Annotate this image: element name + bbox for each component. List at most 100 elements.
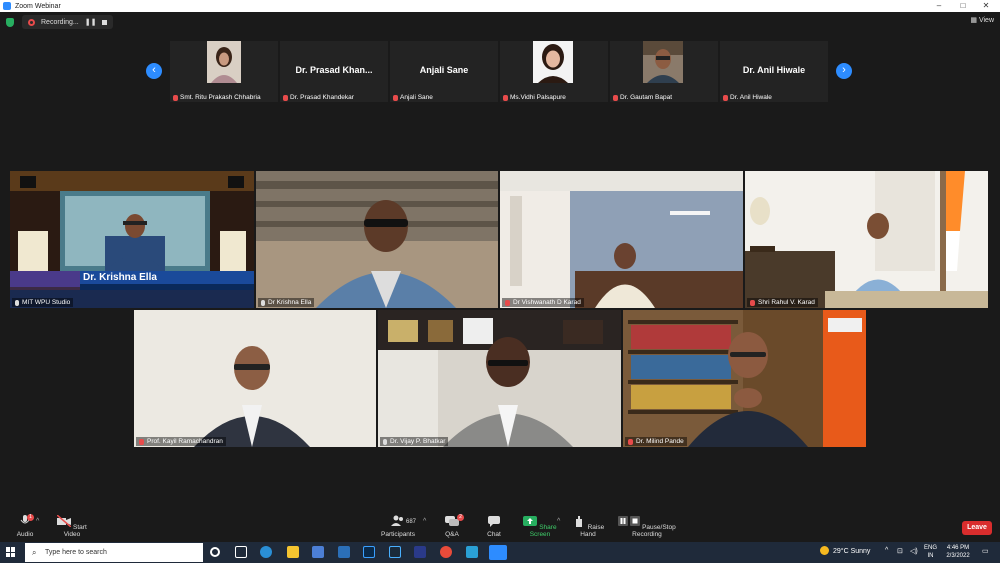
region-code: IN (927, 553, 934, 559)
meeting-toolbar: Audio 1 ^ Start Video Participants 687 ^… (0, 512, 1000, 542)
file-explorer-icon[interactable] (287, 546, 299, 558)
recording-dot-icon (28, 18, 35, 26)
strip-tile-1[interactable]: Smt. Ritu Prakash Chhabria (170, 41, 278, 102)
meeting-top-bar: Recording... ❚❚ ▦ View (0, 12, 1000, 32)
premiere-icon[interactable] (414, 546, 426, 558)
store-icon[interactable] (312, 546, 324, 558)
participant-video (623, 310, 866, 447)
participant-name: Dr Vishwanath D Karad (513, 299, 581, 306)
strip-tile-3[interactable]: Anjali Sane Anjali Sane (390, 41, 498, 102)
windows-start-icon[interactable] (6, 547, 16, 557)
video-tile-rahul-karad[interactable]: Shri Rahul V. Karad (745, 171, 988, 308)
mic-muted-icon (628, 438, 633, 445)
video-tile-kayil-ramachandran[interactable]: Prof. Kayil Ramachandran (134, 310, 376, 447)
photos-icon[interactable] (466, 546, 478, 558)
start-video-button[interactable]: Start Video (52, 514, 92, 538)
participant-name: Dr. Anil Hiwale (730, 94, 772, 101)
strip-tile-2[interactable]: Dr. Prasad Khan... Dr. Prasad Khandekar (280, 41, 388, 102)
studio-backdrop (10, 171, 254, 308)
video-tile-krishna-ella[interactable]: Dr Krishna Ella (256, 171, 498, 308)
language-code: ENG (924, 545, 938, 551)
taskbar-search-input[interactable]: ⌕ Type here to search (25, 543, 203, 562)
edge-browser-icon[interactable] (260, 546, 272, 558)
minimize-icon[interactable]: – (928, 0, 950, 12)
video-tile-vijay-bhatkar[interactable]: Dr. Vijay P. Bhatkar (378, 310, 621, 447)
task-view-icon[interactable] (235, 546, 247, 558)
audio-label: Audio (16, 531, 34, 538)
lightroom-icon[interactable] (389, 546, 401, 558)
chat-button[interactable]: Chat (480, 515, 508, 538)
search-placeholder: Type here to search (45, 549, 107, 556)
chrome-icon[interactable] (440, 546, 452, 558)
mic-muted-icon (283, 94, 288, 101)
zoom-taskbar-icon[interactable] (489, 545, 507, 560)
qa-button[interactable]: Q&A 2 (438, 514, 466, 538)
tray-chevron-icon[interactable]: ^ (885, 547, 888, 554)
clock-date: 2/3/2022 (946, 553, 970, 559)
video-off-icon (56, 514, 72, 528)
share-screen-button[interactable]: Share Screen (518, 515, 562, 538)
mic-muted-icon (750, 299, 755, 306)
maximize-icon[interactable]: □ (952, 0, 974, 12)
language-indicator[interactable]: ENG IN (924, 544, 937, 560)
participant-display-name: Dr. Anil Hiwale (742, 65, 806, 75)
view-button[interactable]: ▦ View (970, 16, 994, 24)
pause-stop-recording-button[interactable]: Pause/Stop Recording (614, 515, 680, 538)
strip-prev-button[interactable]: ‹ (146, 63, 162, 79)
leave-button[interactable]: Leave (962, 521, 992, 535)
participant-name: Dr. Gautam Bapat (620, 94, 673, 101)
notifications-icon[interactable]: ▭ (982, 547, 989, 555)
pause-stop-icon (618, 516, 641, 526)
strip-tile-6[interactable]: Dr. Anil Hiwale Dr. Anil Hiwale (720, 41, 828, 102)
participant-photo (207, 41, 241, 83)
participants-icon (391, 515, 403, 526)
video-tile-studio[interactable]: Dr. Krishna Ella MIT WPU Studio (10, 171, 254, 308)
search-icon: ⌕ (32, 548, 37, 557)
participants-chevron-icon[interactable]: ^ (423, 518, 426, 525)
pause-recording-icon[interactable]: ❚❚ (85, 18, 97, 26)
mic-icon (383, 438, 387, 445)
video-tile-milind-pande[interactable]: Dr. Milind Pande (623, 310, 866, 447)
photoshop-icon[interactable] (363, 546, 375, 558)
security-shield-icon[interactable] (6, 17, 14, 27)
participant-name: Smt. Ritu Prakash Chhabria (180, 94, 261, 101)
volume-icon[interactable]: ◁) (910, 547, 918, 555)
raise-hand-button[interactable]: Raise Hand (570, 515, 606, 538)
close-icon[interactable]: ✕ (975, 0, 997, 12)
cortana-icon[interactable] (210, 547, 220, 557)
participants-count: 687 (406, 519, 417, 525)
participant-video (378, 310, 621, 447)
view-label: View (978, 17, 994, 24)
mail-icon[interactable] (338, 546, 350, 558)
strip-tile-4[interactable]: Ms.Vidhi Palsapure (500, 41, 608, 102)
clock[interactable]: 4:46 PM 2/3/2022 (943, 544, 973, 560)
participant-name: Dr. Prasad Khandekar (290, 94, 354, 101)
participant-name: Dr. Milind Pande (636, 438, 684, 445)
participant-video (134, 310, 376, 447)
mic-muted-icon (613, 94, 618, 101)
network-icon[interactable]: ⊡ (897, 547, 903, 555)
chat-label: Chat (487, 531, 501, 538)
participant-name: Dr Krishna Ella (268, 299, 312, 306)
qa-label: Q&A (445, 531, 459, 538)
participant-photo (643, 41, 683, 83)
clock-time: 4:46 PM (946, 545, 970, 551)
share-options-chevron-icon[interactable]: ^ (557, 518, 560, 525)
weather-text[interactable]: 29°C Sunny (833, 548, 870, 555)
zoom-logo-icon (3, 2, 11, 10)
audio-badge: 1 (27, 514, 34, 521)
stop-recording-icon[interactable] (102, 19, 108, 25)
participant-name: Dr. Vijay P. Bhatkar (390, 438, 446, 445)
participant-photo (533, 41, 573, 83)
mic-muted-icon (173, 94, 178, 101)
audio-options-chevron-icon[interactable]: ^ (36, 518, 39, 525)
participant-name: MIT WPU Studio (22, 299, 71, 306)
recording-label: Recording... (41, 18, 79, 26)
participant-name: Ms.Vidhi Palsapure (510, 94, 566, 101)
lower-third-name: Dr. Krishna Ella (83, 272, 157, 283)
participant-name: Shri Rahul V. Karad (758, 299, 815, 306)
raise-hand-icon (575, 516, 582, 527)
video-tile-vishwanath-karad[interactable]: Dr Vishwanath D Karad (500, 171, 743, 308)
strip-tile-5[interactable]: Dr. Gautam Bapat (610, 41, 718, 102)
strip-next-button[interactable]: › (836, 63, 852, 79)
